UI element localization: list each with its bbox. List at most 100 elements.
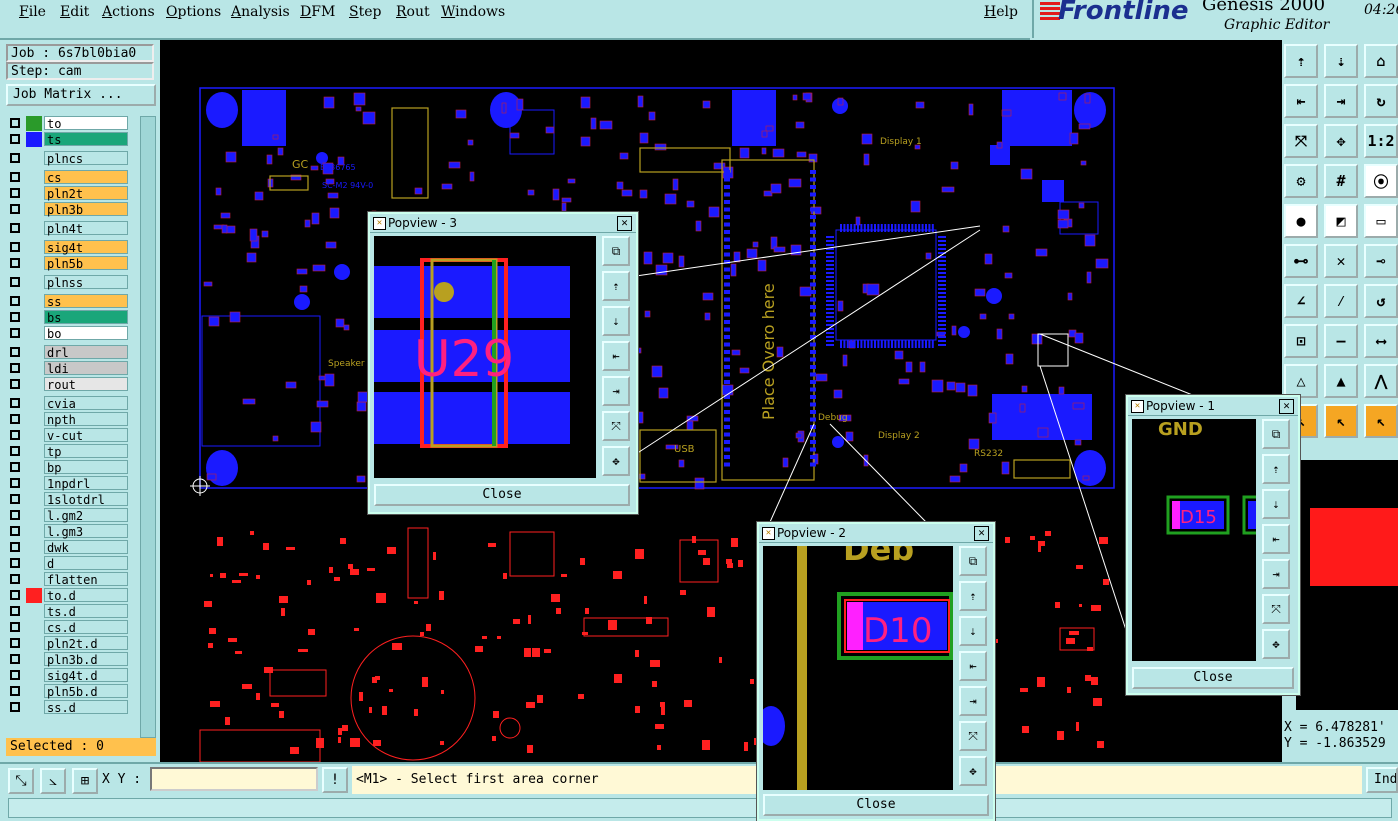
- line-icon[interactable]: ⁄: [1324, 284, 1358, 318]
- layer-color-swatch[interactable]: [26, 326, 42, 341]
- menu-options[interactable]: Options: [166, 4, 221, 20]
- layer-color-swatch[interactable]: [26, 684, 42, 699]
- layer-row[interactable]: cs.d: [8, 620, 130, 635]
- popview-3-close-icon[interactable]: ✕: [617, 216, 632, 231]
- delete-icon[interactable]: ✕: [1324, 244, 1358, 278]
- layer-name[interactable]: l.gm2: [44, 508, 128, 523]
- menu-dfm[interactable]: DFM: [300, 4, 335, 20]
- layer-checkbox[interactable]: [10, 153, 20, 163]
- layer-checkbox[interactable]: [10, 118, 20, 128]
- layer-row[interactable]: l.gm3: [8, 524, 130, 539]
- layer-name[interactable]: to: [44, 116, 128, 131]
- layer-name[interactable]: pln3b: [44, 202, 128, 217]
- zoom-fit-icon[interactable]: ⤧: [1262, 594, 1290, 624]
- layer-checkbox[interactable]: [10, 638, 20, 648]
- layer-name[interactable]: d: [44, 556, 128, 571]
- window-icon[interactable]: ⧉: [959, 546, 987, 576]
- layer-row[interactable]: flatten: [8, 572, 130, 587]
- layer-checkbox[interactable]: [10, 462, 20, 472]
- netlist-icon[interactable]: ⦿: [1364, 164, 1398, 198]
- layer-color-swatch[interactable]: [26, 240, 42, 255]
- layer-name[interactable]: ts: [44, 132, 128, 147]
- layer-row[interactable]: v-cut: [8, 428, 130, 443]
- layer-color-swatch[interactable]: [26, 620, 42, 635]
- layer-name[interactable]: tp: [44, 444, 128, 459]
- layer-row[interactable]: pln5b: [8, 256, 130, 271]
- layer-name[interactable]: cvia: [44, 396, 128, 411]
- layer-row[interactable]: ts: [8, 132, 130, 147]
- layer-row[interactable]: npth: [8, 412, 130, 427]
- layer-name[interactable]: ts.d: [44, 604, 128, 619]
- layer-name[interactable]: pln5b.d: [44, 684, 128, 699]
- save-icon[interactable]: ⇣: [1324, 44, 1358, 78]
- layer-name[interactable]: cs: [44, 170, 128, 185]
- popview-1-view[interactable]: GND D15: [1132, 419, 1256, 661]
- popview-2-close-button[interactable]: Close: [763, 794, 989, 816]
- arc-icon[interactable]: ▲: [1324, 364, 1358, 398]
- layer-name[interactable]: v-cut: [44, 428, 128, 443]
- layer-row[interactable]: to.d: [8, 588, 130, 603]
- layer-row[interactable]: sig4t: [8, 240, 130, 255]
- layer-row[interactable]: cs: [8, 170, 130, 185]
- layer-row[interactable]: pln2t.d: [8, 636, 130, 651]
- layer-name[interactable]: sig4t.d: [44, 668, 128, 683]
- layer-name[interactable]: bo: [44, 326, 128, 341]
- layer-row[interactable]: ss: [8, 294, 130, 309]
- options-icon[interactable]: ⚙: [1284, 164, 1318, 198]
- layer-name[interactable]: pln2t: [44, 186, 128, 201]
- layer-color-swatch[interactable]: [26, 412, 42, 427]
- layer-checkbox[interactable]: [10, 312, 20, 322]
- layer-checkbox[interactable]: [10, 542, 20, 552]
- layer-name[interactable]: pln2t.d: [44, 636, 128, 651]
- up-icon[interactable]: ⇡: [1262, 454, 1290, 484]
- layer-name[interactable]: ldi: [44, 361, 128, 376]
- down-icon[interactable]: ⇣: [1262, 489, 1290, 519]
- menu-rout[interactable]: Rout: [396, 4, 430, 20]
- left-icon[interactable]: ⇤: [1262, 524, 1290, 554]
- zoom-center-icon[interactable]: ✥: [602, 446, 630, 476]
- layer-name[interactable]: l.gm3: [44, 524, 128, 539]
- layer-row[interactable]: rout: [8, 377, 130, 392]
- left-icon[interactable]: ⇤: [959, 651, 987, 681]
- layer-row[interactable]: sig4t.d: [8, 668, 130, 683]
- layer-checkbox[interactable]: [10, 526, 20, 536]
- angle-icon[interactable]: ∠: [1284, 284, 1318, 318]
- zoom-fit-icon[interactable]: ⤧: [602, 411, 630, 441]
- menu-edit[interactable]: Edit: [60, 4, 89, 20]
- layer-row[interactable]: ldi: [8, 361, 130, 376]
- layer-checkbox[interactable]: [10, 414, 20, 424]
- layer-color-swatch[interactable]: [26, 428, 42, 443]
- layer-checkbox[interactable]: [10, 172, 20, 182]
- popview-3-view[interactable]: U29: [374, 236, 596, 478]
- layer-color-swatch[interactable]: [26, 361, 42, 376]
- add-surface-icon[interactable]: ◩: [1324, 204, 1358, 238]
- layer-checkbox[interactable]: [10, 347, 20, 357]
- layer-row[interactable]: 1slotdrl: [8, 492, 130, 507]
- popview-1-window[interactable]: Popview - 1 ✕ ✕ GND D15 ⧉ ⇡ ⇣ ⇤ ⇥ ⤧ ✥ Close: [1126, 395, 1300, 695]
- layer-color-swatch[interactable]: [26, 396, 42, 411]
- layer-row[interactable]: pln4t: [8, 221, 130, 236]
- layer-color-swatch[interactable]: [26, 116, 42, 131]
- pan-right-icon[interactable]: ⇥: [1324, 84, 1358, 118]
- window-icon[interactable]: ⧉: [602, 236, 630, 266]
- layer-row[interactable]: ss.d: [8, 700, 130, 715]
- peak-icon[interactable]: ⋀: [1364, 364, 1398, 398]
- layer-color-swatch[interactable]: [26, 151, 42, 166]
- layer-color-swatch[interactable]: [26, 524, 42, 539]
- popview-3-close-button[interactable]: Close: [374, 484, 630, 506]
- left-icon[interactable]: ⇤: [602, 341, 630, 371]
- layer-name[interactable]: to.d: [44, 588, 128, 603]
- layer-checkbox[interactable]: [10, 670, 20, 680]
- layer-name[interactable]: ss.d: [44, 700, 128, 715]
- layer-color-swatch[interactable]: [26, 444, 42, 459]
- layer-color-swatch[interactable]: [26, 700, 42, 715]
- zoom-fit-icon[interactable]: ⤧: [1284, 124, 1318, 158]
- pan-left-icon[interactable]: ⇤: [1284, 84, 1318, 118]
- layer-row[interactable]: to: [8, 116, 130, 131]
- route-icon[interactable]: ⊷: [1284, 244, 1318, 278]
- layer-row[interactable]: bs: [8, 310, 130, 325]
- layer-checkbox[interactable]: [10, 223, 20, 233]
- layer-row[interactable]: pln3b: [8, 202, 130, 217]
- layer-color-swatch[interactable]: [26, 476, 42, 491]
- layer-row[interactable]: pln5b.d: [8, 684, 130, 699]
